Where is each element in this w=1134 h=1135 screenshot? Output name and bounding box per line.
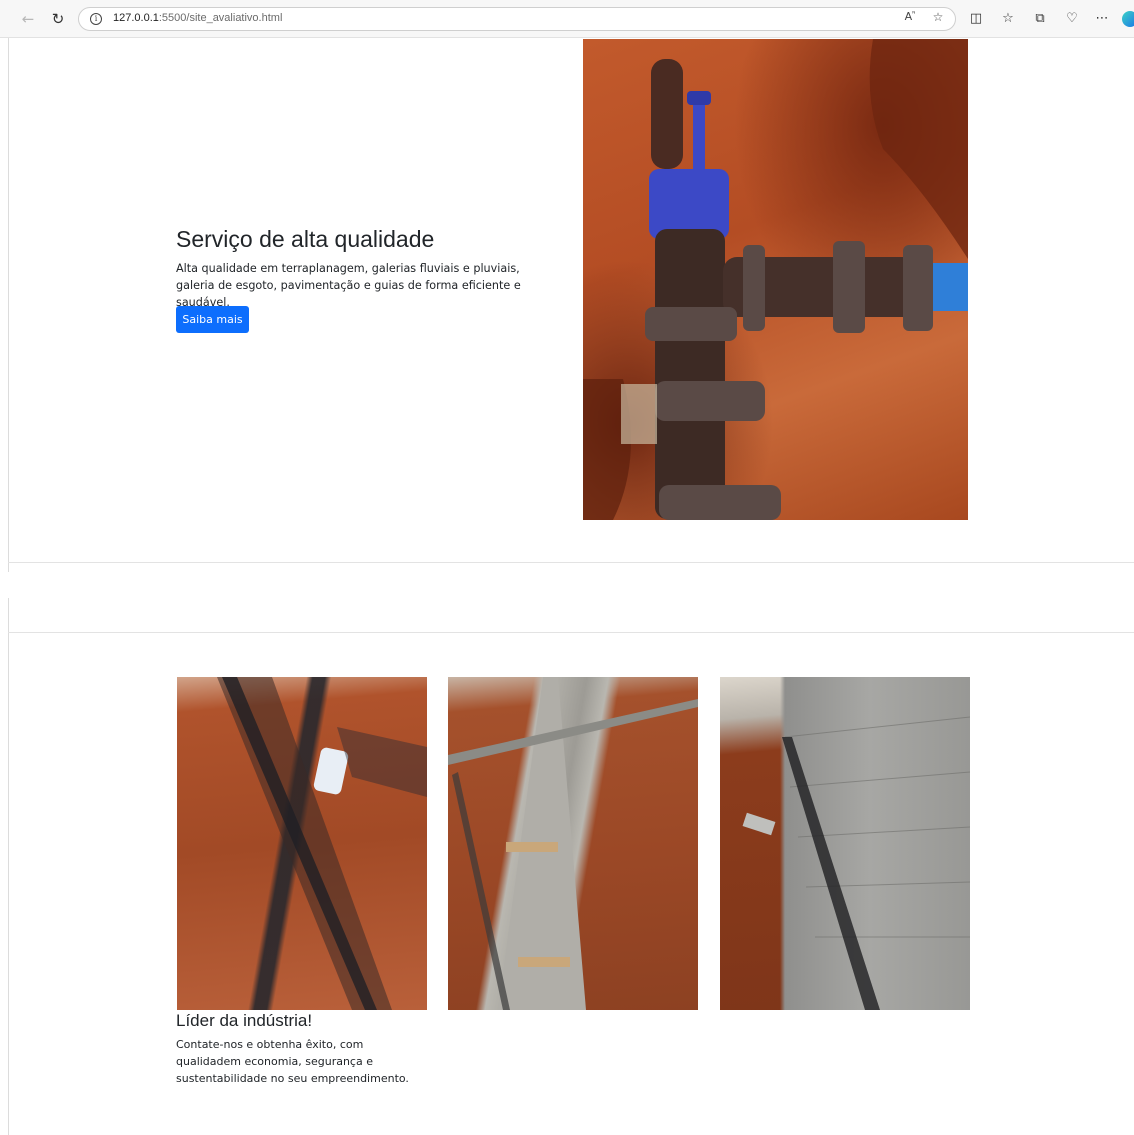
browser-toolbar: ← ↻ i 127.0.0.1:5500/site_avaliativo.htm… (0, 0, 1134, 38)
read-aloud-icon[interactable]: Aᴺ (901, 10, 919, 23)
left-divider (8, 598, 9, 1135)
info-icon[interactable]: i (90, 13, 102, 25)
block-wall-illustration (742, 716, 970, 1010)
star-icon[interactable]: ☆ (929, 10, 947, 24)
section-divider (8, 562, 1134, 563)
read-aloud-sup: ᴺ (912, 10, 916, 18)
gallery-image-rebar-trench (177, 677, 427, 1010)
card-description: Contate-nos e obtenha êxito, com qualida… (176, 1038, 409, 1085)
edge-logo-icon[interactable] (1122, 11, 1134, 27)
concrete-beam-illustration (448, 677, 698, 1010)
page-viewport: Serviço de alta qualidade Alta qualidade… (0, 38, 1134, 1135)
collections-icon[interactable]: ⧉ (1030, 9, 1050, 29)
address-bar[interactable]: i 127.0.0.1:5500/site_avaliativo.html Aᴺ… (78, 7, 956, 31)
rebar-trench-illustration (217, 677, 427, 1010)
card-title: Líder da indústria! (176, 1011, 313, 1030)
back-arrow-icon[interactable]: ← (17, 8, 39, 30)
gallery-image-block-wall (720, 677, 970, 1010)
split-screen-icon[interactable]: ◫ (966, 9, 986, 29)
left-divider (8, 38, 9, 572)
favorites-icon[interactable]: ☆ (998, 9, 1018, 29)
url-host: 127.0.0.1 (113, 12, 159, 24)
url-path: :5500/site_avaliativo.html (158, 12, 283, 24)
read-aloud-glyph: A (904, 10, 913, 23)
section-divider (8, 632, 1134, 633)
gallery-image-concrete-beam (448, 677, 698, 1010)
refresh-icon[interactable]: ↻ (47, 8, 69, 30)
pipe-valve-illustration (583, 39, 968, 520)
hero-title: Serviço de alta qualidade (176, 226, 435, 252)
more-icon[interactable]: ⋯ (1092, 9, 1112, 29)
url-text[interactable]: 127.0.0.1:5500/site_avaliativo.html (113, 12, 282, 24)
saiba-mais-button[interactable]: Saiba mais (176, 306, 249, 333)
heart-pulse-icon[interactable]: ♡ (1062, 9, 1082, 29)
hero-description: Alta qualidade em terraplanagem, galeria… (176, 262, 521, 309)
hero-image-pipe-valve (583, 39, 968, 520)
